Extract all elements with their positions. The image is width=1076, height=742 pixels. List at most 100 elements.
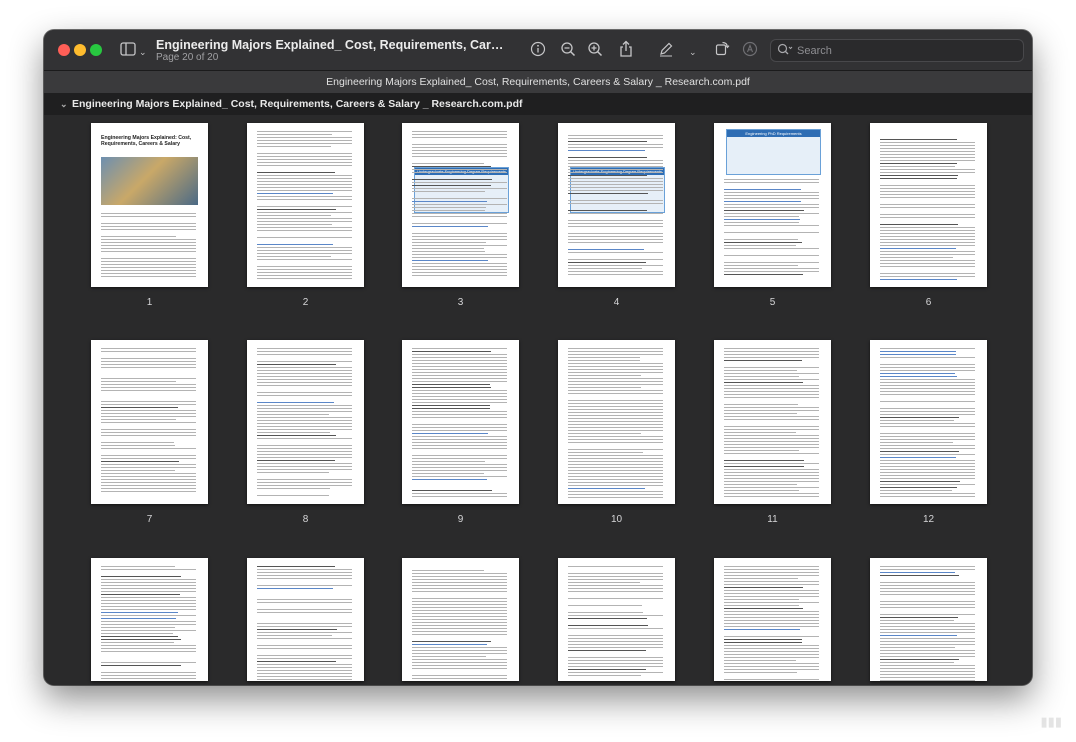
search-field[interactable]: [770, 39, 1024, 62]
markup-pen-icon[interactable]: [658, 41, 674, 60]
text-line: [568, 242, 663, 244]
page-thumbnail[interactable]: Engineering Majors Explained: Cost, Requ…: [91, 123, 208, 287]
text-line: [101, 672, 196, 674]
page-thumbnail[interactable]: [91, 558, 208, 681]
text-line: [880, 370, 975, 372]
document-tab[interactable]: Engineering Majors Explained_ Cost, Requ…: [44, 71, 1032, 94]
text-line: [724, 679, 819, 681]
page-thumbnail[interactable]: [402, 340, 519, 504]
text-line: [257, 664, 352, 666]
text-line: [724, 639, 803, 641]
page-thumbnail[interactable]: [247, 558, 364, 681]
text-line: [880, 420, 955, 422]
text-line: [257, 402, 334, 404]
search-input[interactable]: [795, 42, 1019, 60]
text-line: [257, 137, 352, 139]
text-line: [568, 226, 663, 228]
zoom-in-icon[interactable]: [587, 41, 603, 60]
text-line: [412, 628, 507, 630]
text-line: [412, 613, 507, 615]
text-line: [257, 370, 352, 372]
page-thumbnail[interactable]: [714, 558, 831, 681]
zoom-out-icon[interactable]: [560, 41, 576, 60]
page-thumbnail[interactable]: [402, 558, 519, 681]
disclosure-chevron-icon[interactable]: ⌄: [60, 93, 68, 115]
minimize-window-button[interactable]: [74, 44, 86, 56]
page-thumbnail[interactable]: [247, 340, 364, 504]
chevron-down-icon[interactable]: ⌄: [689, 44, 697, 60]
page-thumbnail[interactable]: [870, 123, 987, 287]
thumbnail-section-header[interactable]: ⌄ Engineering Majors Explained_ Cost, Re…: [44, 93, 1032, 115]
text-line: [101, 223, 196, 225]
text-line: [568, 427, 663, 429]
text-line: [101, 579, 196, 581]
text-line: [880, 496, 975, 498]
text-line: [724, 478, 819, 480]
text-line: [724, 648, 819, 650]
text-line: [568, 249, 644, 251]
text-line: [568, 141, 647, 143]
page-thumbnail[interactable]: Engineering PhD Requirements: [714, 123, 831, 287]
text-line: [568, 262, 647, 264]
text-line: [412, 156, 507, 158]
page-thumbnail[interactable]: [714, 340, 831, 504]
text-line: [101, 242, 196, 244]
text-line: [257, 250, 352, 252]
text-line: [101, 470, 176, 472]
close-window-button[interactable]: [58, 44, 70, 56]
text-line: [412, 445, 507, 447]
text-line: [412, 245, 507, 247]
text-line: [880, 671, 975, 673]
text-line: [412, 348, 507, 350]
text-line: [568, 166, 663, 168]
text-line: [412, 201, 488, 203]
text-line: [412, 576, 507, 578]
text-line: [880, 273, 975, 275]
page-thumbnail[interactable]: [870, 558, 987, 681]
page-thumbnail[interactable]: Undergraduate Engineering Degree Require…: [402, 123, 519, 287]
page-thumbnail[interactable]: Undergraduate Engineering Degree Require…: [558, 123, 675, 287]
text-line: [880, 151, 975, 153]
page-thumbnail[interactable]: [91, 340, 208, 504]
text-line: [724, 426, 819, 428]
text-line: [101, 367, 196, 369]
page-thumbnail[interactable]: [558, 340, 675, 504]
text-line: [568, 403, 663, 405]
text-line: [724, 201, 801, 203]
text-line: [412, 233, 507, 235]
text-line: [101, 381, 176, 383]
text-line: [412, 198, 507, 200]
text-line: [724, 360, 803, 362]
text-line: [412, 266, 507, 268]
annotate-icon[interactable]: [742, 41, 758, 60]
zoom-window-button[interactable]: [90, 44, 102, 56]
text-line: [880, 185, 975, 187]
sidebar-icon[interactable]: [120, 42, 136, 59]
page-thumbnail[interactable]: [870, 340, 987, 504]
text-line: [412, 354, 507, 356]
page-thumbnail[interactable]: [558, 558, 675, 681]
page-thumbnail[interactable]: [247, 123, 364, 287]
text-line: [880, 662, 954, 664]
rotate-icon[interactable]: [714, 40, 730, 59]
text-line: [257, 414, 330, 416]
share-icon[interactable]: [619, 40, 633, 61]
text-line: [257, 411, 352, 413]
text-line: [724, 460, 804, 462]
text-line: [880, 178, 958, 180]
text-line: [880, 160, 975, 162]
text-line: [880, 166, 955, 168]
text-line: [257, 495, 330, 497]
text-line: [724, 225, 819, 227]
text-line: [880, 236, 975, 238]
text-line: [880, 466, 975, 468]
info-icon[interactable]: [530, 41, 546, 60]
text-line: [101, 642, 174, 644]
text-line: [568, 482, 663, 484]
text-line: [724, 239, 798, 241]
text-line: [568, 585, 663, 587]
text-line: [412, 260, 488, 262]
text-line: [880, 644, 975, 646]
page-number-label: 12: [922, 514, 935, 525]
chevron-down-icon[interactable]: ⌄: [139, 44, 147, 60]
